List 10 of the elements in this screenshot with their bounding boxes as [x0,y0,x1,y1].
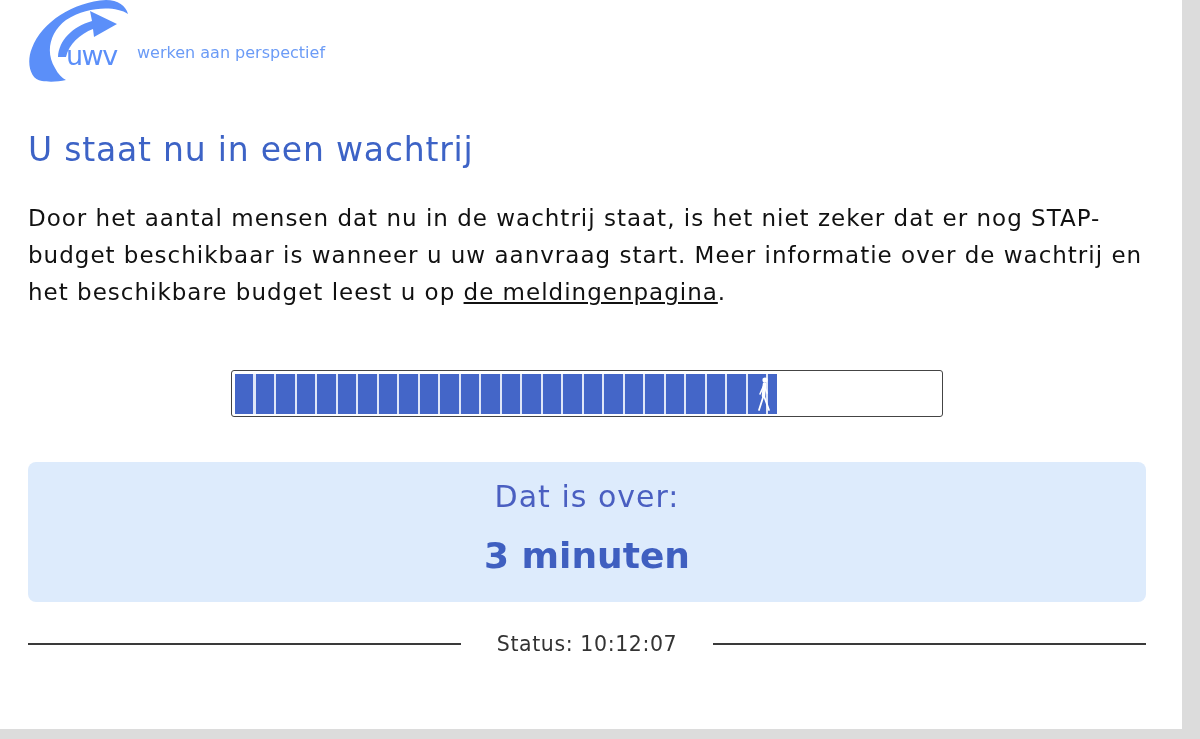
notifications-link[interactable]: de meldingenpagina [463,279,718,305]
logo-wordmark: uwv [66,41,117,71]
tagline: werken aan perspectief [137,42,325,64]
wait-time-value: 3 minuten [484,535,690,577]
status-time: Status: 10:12:07 [495,631,679,658]
logo-swoosh-icon [28,0,128,82]
wait-label: Dat is over: [494,478,680,516]
intro-paragraph: Door het aantal mensen dat nu in de wachtrij staat, is het niet zeker dat er nog STAP-budget beschikbaar is wanneer u uw aanvraag start. Meer informatie over de wachtrij en het beschikbare budget leest u op de meldingenpagina. [28,204,1144,307]
page-title: U staat nu in een wachtrij [28,130,475,170]
walking-person-icon [757,375,772,412]
